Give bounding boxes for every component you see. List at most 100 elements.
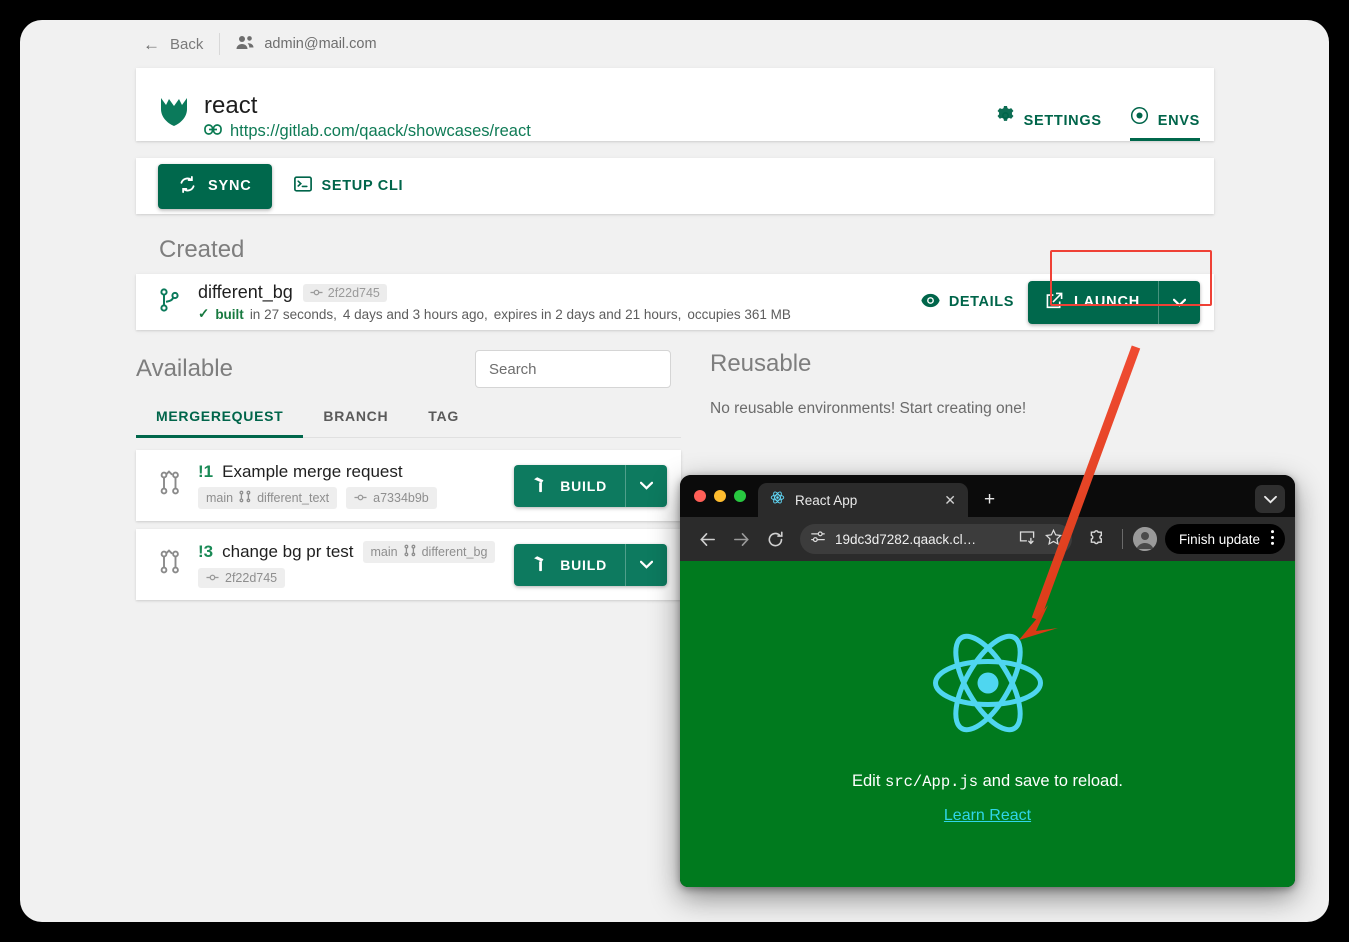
commit-icon bbox=[354, 491, 367, 505]
target-dot-icon bbox=[1130, 106, 1149, 129]
project-header-card: react https://gitlab.com/qaack/showcases… bbox=[136, 68, 1214, 141]
reusable-heading: Reusable bbox=[710, 350, 812, 377]
arrow-left-icon: ← bbox=[143, 34, 160, 54]
react-edit-prefix: Edit bbox=[852, 772, 886, 790]
close-icon[interactable]: ✕ bbox=[944, 492, 956, 509]
tab-settings[interactable]: SETTINGS bbox=[996, 86, 1102, 141]
mr-title: change bg pr test bbox=[222, 542, 354, 561]
build-dropdown-button[interactable] bbox=[625, 543, 667, 586]
available-tabs: MERGEREQUEST BRANCH TAG bbox=[136, 408, 681, 438]
top-bar: ← Back admin@mail.com bbox=[20, 20, 1329, 68]
hammer-icon bbox=[532, 555, 549, 575]
list-item-title-row: !3 change bg pr test main different_bg bbox=[198, 541, 514, 563]
arrow-left-icon[interactable] bbox=[692, 524, 722, 554]
tab-settings-label: SETTINGS bbox=[1023, 113, 1102, 129]
search-input[interactable] bbox=[475, 350, 671, 388]
terminal-icon bbox=[293, 176, 312, 196]
build-button-label: BUILD bbox=[560, 477, 607, 494]
plus-icon[interactable]: + bbox=[984, 489, 995, 511]
merge-request-icon bbox=[239, 490, 251, 506]
browser-toolbar: 19dc3d7282.qaack.cl… Finish update bbox=[680, 517, 1295, 561]
sync-button[interactable]: SYNC bbox=[158, 163, 272, 209]
finish-update-button[interactable]: Finish update bbox=[1164, 524, 1285, 554]
chevron-down-icon bbox=[639, 478, 654, 493]
omnibox-url: 19dc3d7282.qaack.cl… bbox=[835, 531, 977, 547]
tab-branch[interactable]: BRANCH bbox=[303, 408, 408, 437]
build-button[interactable]: BUILD bbox=[514, 543, 625, 586]
maximize-window-button[interactable] bbox=[734, 490, 746, 502]
list-item: !3 change bg pr test main different_bg 2… bbox=[136, 529, 681, 600]
reload-icon[interactable] bbox=[760, 524, 790, 554]
list-item-title-row: !1 Example merge request bbox=[198, 462, 514, 482]
mr-branch-chip: main different_text bbox=[198, 487, 338, 509]
react-edit-code: src/App.js bbox=[885, 773, 979, 791]
launch-dropdown-button[interactable] bbox=[1158, 280, 1200, 324]
puzzle-icon[interactable] bbox=[1082, 524, 1112, 554]
current-user[interactable]: admin@mail.com bbox=[236, 35, 377, 54]
build-button-group: BUILD bbox=[514, 464, 667, 507]
launch-button-label: LAUNCH bbox=[1073, 294, 1140, 310]
created-env-age: 4 days and 3 hours ago, bbox=[342, 306, 488, 322]
avatar-icon[interactable] bbox=[1132, 527, 1157, 551]
tune-icon[interactable] bbox=[810, 529, 826, 550]
tab-tag[interactable]: TAG bbox=[408, 408, 479, 437]
created-env-status: built bbox=[215, 306, 244, 322]
created-heading: Created bbox=[159, 236, 245, 263]
mr-id: !3 bbox=[198, 542, 214, 561]
close-window-button[interactable] bbox=[694, 490, 706, 502]
react-edit-hint: Edit src/App.js and save to reload. bbox=[852, 772, 1123, 791]
created-env-name: different_bg bbox=[198, 282, 293, 302]
tab-envs[interactable]: ENVS bbox=[1129, 86, 1201, 141]
created-env-expiry: expires in 2 days and 21 hours, bbox=[493, 306, 682, 322]
build-button[interactable]: BUILD bbox=[514, 464, 625, 507]
commit-icon bbox=[310, 286, 323, 300]
star-icon[interactable] bbox=[1044, 528, 1062, 550]
install-app-icon[interactable] bbox=[1019, 529, 1036, 550]
setup-cli-button[interactable]: SETUP CLI bbox=[293, 176, 404, 196]
back-button[interactable]: ← Back bbox=[143, 36, 203, 53]
kebab-menu-icon[interactable] bbox=[1270, 529, 1275, 549]
omnibox[interactable]: 19dc3d7282.qaack.cl… bbox=[800, 524, 1072, 554]
check-icon: ✓ bbox=[198, 306, 210, 321]
chevron-down-icon bbox=[639, 557, 654, 572]
finish-update-label: Finish update bbox=[1178, 531, 1260, 547]
list-item: !1 Example merge request main different_… bbox=[136, 450, 681, 521]
chevron-down-icon bbox=[1172, 295, 1187, 310]
available-column: Available MERGEREQUEST BRANCH TAG bbox=[136, 350, 681, 608]
sync-icon bbox=[178, 175, 197, 198]
created-env-commit-chip: 2f22d745 bbox=[302, 283, 387, 302]
details-button[interactable]: DETAILS bbox=[921, 293, 1014, 312]
created-env-row: different_bg 2f22d745 ✓ built in 27 seco… bbox=[136, 250, 1214, 330]
created-env-info: different_bg 2f22d745 ✓ built in 27 seco… bbox=[198, 282, 921, 322]
branch-icon bbox=[158, 287, 182, 318]
minimize-window-button[interactable] bbox=[714, 490, 726, 502]
browser-tab-title: React App bbox=[795, 492, 858, 508]
build-button-label: BUILD bbox=[560, 556, 607, 573]
available-header: Available bbox=[136, 350, 681, 388]
commit-icon bbox=[206, 571, 219, 585]
created-env-size: occupies 361 MB bbox=[687, 306, 791, 322]
react-atom-icon bbox=[928, 623, 1048, 748]
build-dropdown-button[interactable] bbox=[625, 464, 667, 507]
top-bar-divider bbox=[219, 33, 221, 55]
react-atom-icon bbox=[770, 490, 785, 510]
mr-target-branch: main bbox=[206, 491, 234, 505]
launch-button-group: LAUNCH bbox=[1027, 280, 1200, 324]
user-email: admin@mail.com bbox=[264, 36, 377, 52]
created-env-title-row: different_bg 2f22d745 bbox=[198, 282, 921, 303]
toolbar-separator bbox=[1121, 529, 1123, 549]
arrow-right-icon[interactable] bbox=[726, 524, 756, 554]
tab-mergerequest[interactable]: MERGEREQUEST bbox=[136, 408, 304, 438]
browser-tab[interactable]: React App ✕ bbox=[758, 483, 968, 517]
mr-id: !1 bbox=[198, 462, 214, 481]
project-name: react bbox=[204, 92, 258, 120]
launch-button[interactable]: LAUNCH bbox=[1027, 280, 1158, 324]
mr-source-branch: different_text bbox=[257, 491, 330, 505]
tab-envs-label: ENVS bbox=[1157, 113, 1200, 129]
available-heading: Available bbox=[136, 355, 233, 382]
learn-react-link[interactable]: Learn React bbox=[944, 807, 1031, 825]
created-env-commit: 2f22d745 bbox=[327, 285, 380, 300]
project-url-link[interactable]: https://gitlab.com/qaack/showcases/react bbox=[230, 122, 531, 141]
chevron-down-icon[interactable] bbox=[1255, 485, 1285, 513]
created-env-meta-row: ✓ built in 27 seconds, 4 days and 3 hour… bbox=[198, 306, 921, 322]
